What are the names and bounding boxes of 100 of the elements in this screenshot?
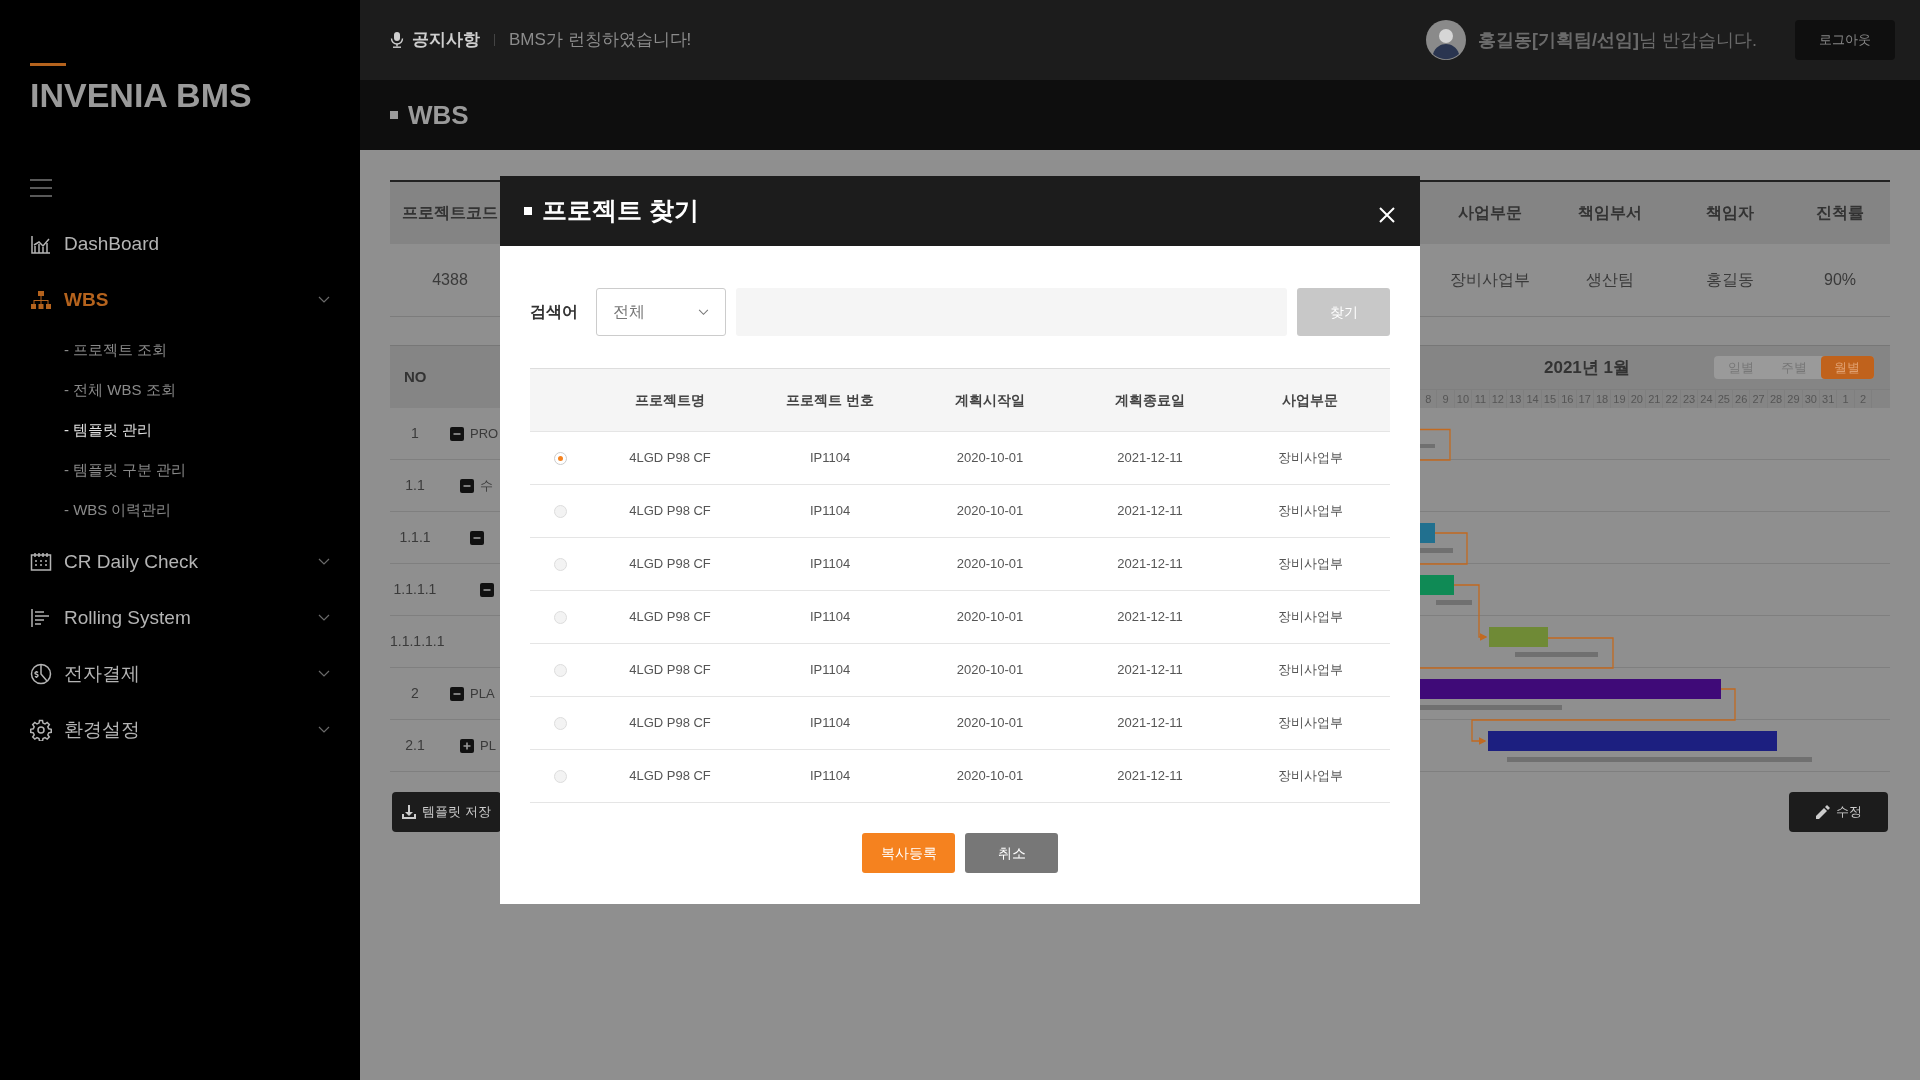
row-number: 1	[410, 424, 420, 443]
table-cell-text: 4LGD P98 CF	[628, 608, 712, 627]
collapse-icon[interactable]	[470, 530, 484, 545]
row-number: 1.1.1	[398, 528, 432, 547]
radio-button[interactable]	[553, 504, 567, 518]
logo: INVENIA BMS	[30, 75, 252, 116]
save-template-button[interactable]: 템플릿 저장	[392, 792, 501, 832]
collapse-icon[interactable]	[460, 478, 474, 493]
task-name: PRO	[470, 424, 499, 443]
column-header: 계획시작일	[954, 390, 1026, 410]
chevron-icon	[698, 308, 709, 316]
logout-button[interactable]: 로그아웃	[1795, 20, 1895, 60]
sidebar-item[interactable]: DashBoard	[30, 215, 330, 272]
column-header: 프로젝트 번호	[785, 390, 875, 410]
table-cell-text: 2021-12-11	[1116, 661, 1184, 680]
microphone-icon	[390, 32, 404, 48]
table-cell-text: 2020-10-01	[955, 449, 1025, 468]
collapse-icon[interactable]	[450, 426, 464, 441]
radio-button[interactable]	[553, 451, 567, 465]
align-left-icon	[30, 606, 52, 629]
table-cell-text: 2021-12-11	[1116, 555, 1184, 574]
logo-accent-bar	[30, 63, 66, 66]
table-cell-text: 2020-10-01	[955, 714, 1025, 733]
collapse-icon[interactable]	[450, 686, 464, 701]
task-name: 수	[480, 476, 493, 495]
cancel-button[interactable]: 취소	[965, 833, 1058, 873]
task-name: PLA	[470, 684, 495, 703]
table-cell-text: IP1104	[808, 608, 852, 627]
scope-dropdown[interactable]: 전체	[596, 288, 726, 336]
menu-icon[interactable]	[30, 178, 52, 197]
title-bullet-icon	[524, 207, 532, 215]
submenu-item[interactable]: - 템플릿 관리	[64, 409, 153, 450]
table-cell-text: 2021-12-11	[1116, 714, 1184, 733]
table-cell-text: 2021-12-11	[1116, 449, 1184, 468]
pencil-icon	[1815, 805, 1830, 819]
sidebar-item[interactable]: 환경설정	[30, 701, 330, 758]
table-cell-text: 생산팀	[1585, 270, 1635, 290]
row-number: 2	[410, 684, 420, 703]
chevron-icon	[318, 295, 330, 304]
table-cell-text: 2021-12-11	[1116, 608, 1184, 627]
dialog-title: 프로젝트 찾기	[542, 195, 699, 227]
submenu-item[interactable]: - 전체 WBS 조회	[64, 369, 176, 410]
task-bar	[1489, 627, 1548, 647]
sidebar-item[interactable]: 전자결제	[30, 645, 330, 702]
edit-button[interactable]: 수정	[1789, 792, 1888, 832]
table-cell-text: IP1104	[808, 714, 852, 733]
table-cell-text: IP1104	[808, 449, 852, 468]
table-cell-text: 장비사업부	[1276, 608, 1344, 627]
table-cell-text: 장비사업부	[1276, 555, 1344, 574]
column-header: 사업부문	[1281, 390, 1339, 410]
submenu-item[interactable]: - WBS 이력관리	[64, 489, 172, 530]
row-number: 1.1.1.1	[392, 580, 438, 599]
title-bullet-icon	[390, 111, 398, 119]
column-header: 책임부서	[1577, 203, 1643, 223]
sidebar-item[interactable]: Rolling System	[30, 589, 330, 646]
submenu-item[interactable]: - 프로젝트 조회	[64, 329, 168, 370]
table-cell-text: 장비사업부	[1276, 714, 1344, 733]
radio-button[interactable]	[553, 663, 567, 677]
baseline-bar	[1436, 600, 1472, 605]
column-header: 책임자	[1705, 203, 1755, 223]
month-label: 2021년 1월	[1544, 356, 1630, 379]
chevron-icon	[318, 669, 330, 678]
table-cell-text: 장비사업부	[1276, 767, 1344, 786]
table-cell-text: 장비사업부	[1276, 502, 1344, 521]
table-cell-text: 홍길동	[1705, 270, 1755, 290]
table-cell-text: IP1104	[808, 767, 852, 786]
task-name: PL	[480, 736, 496, 755]
sidebar-item[interactable]: WBS	[30, 271, 330, 328]
column-header: 프로젝트명	[634, 390, 706, 410]
row-number: 1.1	[404, 476, 426, 495]
table-cell-text: 2020-10-01	[955, 555, 1025, 574]
table-cell-text: 장비사업부	[1276, 661, 1344, 680]
radio-button[interactable]	[553, 610, 567, 624]
calendar-icon	[30, 550, 52, 573]
table-cell-text: IP1104	[808, 502, 852, 521]
task-bar	[1420, 523, 1435, 543]
table-cell-text: 2020-10-01	[955, 502, 1025, 521]
table-cell-text: 90%	[1823, 270, 1857, 290]
radio-button[interactable]	[553, 557, 567, 571]
table-cell-text: 장비사업부	[1276, 449, 1344, 468]
submenu-item[interactable]: - 템플릿 구분 관리	[64, 449, 187, 490]
table-cell-text: 4LGD P98 CF	[628, 661, 712, 680]
collapse-icon[interactable]	[480, 582, 494, 597]
sidebar-item[interactable]: CR Daily Check	[30, 533, 330, 590]
radio-button[interactable]	[553, 769, 567, 783]
avatar-icon	[1426, 20, 1466, 60]
table-cell-text: 4LGD P98 CF	[628, 714, 712, 733]
table-cell-text: 2021-12-11	[1116, 767, 1184, 786]
expand-icon[interactable]	[460, 738, 474, 753]
sitemap-icon	[30, 288, 52, 311]
column-header: NO	[404, 366, 427, 387]
greeting-text: 홍길동[기획팀/선임]님 반갑습니다.	[1478, 28, 1757, 52]
gear-icon	[30, 718, 52, 741]
table-cell-text: 2020-10-01	[955, 608, 1025, 627]
table-cell-text: 2021-12-11	[1116, 502, 1184, 521]
page-title: WBS	[408, 98, 469, 132]
download-icon	[402, 805, 416, 819]
radio-button[interactable]	[553, 716, 567, 730]
chevron-icon	[318, 725, 330, 734]
chevron-icon	[318, 613, 330, 622]
